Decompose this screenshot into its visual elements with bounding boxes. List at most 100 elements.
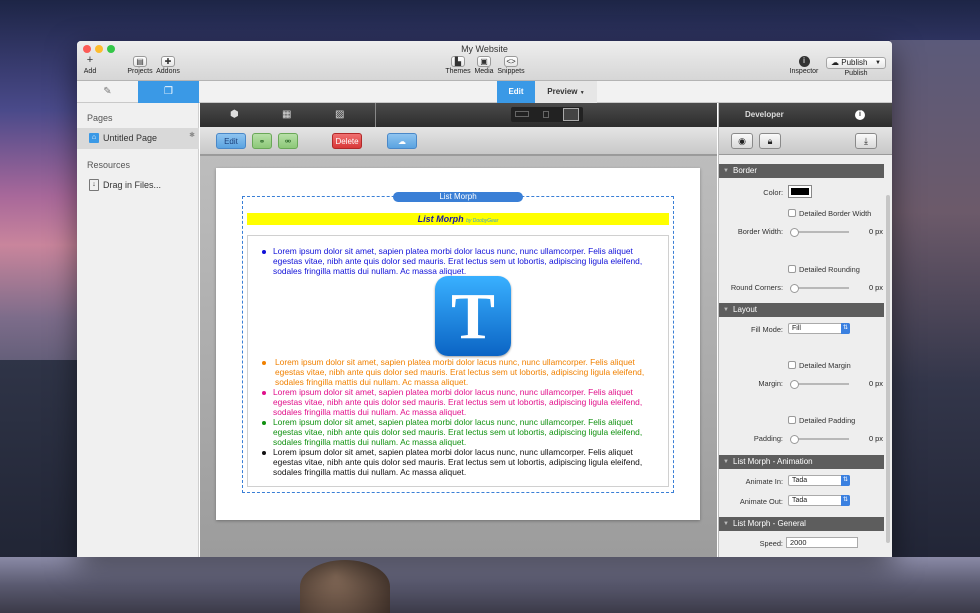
snippets-button[interactable]: <> Snippets (496, 56, 526, 75)
list-item: Lorem ipsum dolor sit amet, sapien plate… (273, 447, 643, 478)
padding-slider[interactable] (790, 435, 849, 444)
info-icon[interactable]: i (855, 110, 865, 120)
speed-label: Speed: (759, 539, 783, 548)
sidebar-item-untitled-page[interactable]: ⌂ Untitled Page ✱ (77, 128, 199, 149)
star-icon: ✱ (189, 132, 195, 139)
tab-preview[interactable]: Preview ▼ (535, 81, 597, 103)
lock-button[interactable]: 🔒︎ (759, 133, 781, 149)
bullet-dot (262, 361, 266, 365)
cloud-icon: ☁ (831, 58, 839, 67)
edit-button[interactable]: Edit (216, 133, 246, 149)
desktop-size-icon[interactable] (515, 111, 529, 117)
themes-label: Themes (445, 68, 471, 75)
inspector-header: Developer i (719, 103, 892, 127)
animate-in-select[interactable]: Tada (788, 475, 850, 486)
sidebar: Pages ⌂ Untitled Page ✱ Resources ↓ Drag… (77, 103, 199, 557)
themes-button[interactable]: ▙ Themes (444, 56, 472, 75)
unlink-button[interactable]: ⚮ (278, 133, 298, 149)
detailed-margin-checkbox[interactable] (788, 361, 796, 369)
link-button[interactable]: ⚭ (252, 133, 272, 149)
pages-header: Pages (87, 113, 113, 123)
bullet-dot (262, 451, 266, 455)
fill-mode-select[interactable]: Fill (788, 323, 850, 334)
inspector-tools: ◉ 🔒︎ ⤓ (719, 127, 892, 155)
add-label: Add (83, 68, 97, 75)
margin-slider[interactable] (790, 380, 849, 389)
info-icon: i (798, 56, 810, 67)
app-logo-icon: T (435, 276, 511, 356)
chevron-down-icon: ▼ (875, 60, 881, 66)
detailed-padding-checkbox[interactable] (788, 416, 796, 424)
export-button[interactable]: ⤓ (855, 133, 877, 149)
list-item: Lorem ipsum dolor sit amet, sapien plate… (273, 387, 643, 418)
image-icon[interactable]: ▨ (335, 109, 344, 120)
unlink-icon: ⚮ (284, 137, 292, 146)
detailed-border-width-label: Detailed Border Width (799, 209, 872, 218)
edit-toolbar: Edit ⚭ ⚮ Delete ☁ (200, 127, 717, 155)
padding-label: Padding: (753, 434, 783, 443)
media-label: Media (474, 68, 494, 75)
border-color-swatch[interactable] (788, 185, 812, 198)
stacks-icon[interactable]: ⬢ (230, 109, 239, 120)
border-section-header[interactable]: Border (719, 164, 884, 178)
border-width-slider[interactable] (790, 228, 849, 237)
tab-edit[interactable]: Edit (497, 81, 535, 103)
canvas-background: List Morph List Morph by DoobyGear Lorem… (200, 156, 717, 557)
publish-button-label: Publish (841, 58, 868, 67)
padding-value: 0 px (869, 434, 883, 443)
animate-out-select[interactable]: Tada (788, 495, 850, 506)
visibility-button[interactable]: ◉ (731, 133, 753, 149)
drag-files-label: Drag in Files... (103, 180, 162, 190)
morph-header-bar: List Morph by DoobyGear (247, 213, 669, 225)
round-corners-slider[interactable] (790, 284, 849, 293)
inspector-panel: Developer i ◉ 🔒︎ ⤓ Border Color: Detaile… (718, 103, 892, 557)
cloud-button[interactable]: ☁ (387, 133, 417, 149)
list-item: Lorem ipsum dolor sit amet, sapien plate… (275, 357, 645, 388)
list-item: Lorem ipsum dolor sit amet, sapien plate… (273, 246, 643, 277)
inspector-label: Inspector (789, 68, 819, 75)
add-button[interactable]: + Add (83, 54, 97, 76)
detailed-rounding-checkbox[interactable] (788, 265, 796, 273)
list-morph-stack[interactable]: List Morph List Morph by DoobyGear Lorem… (242, 192, 674, 493)
media-button[interactable]: ▣ Media (473, 56, 495, 75)
snippets-label: Snippets (497, 68, 525, 75)
desktop-mountain-right (890, 40, 980, 613)
drag-files-item[interactable]: ↓ Drag in Files... (89, 179, 189, 193)
title-bar: My Website + Add ▤ Projects ✚ Addons ▙ Theme… (77, 41, 892, 81)
phone-size-icon[interactable] (563, 108, 579, 121)
layout-section-header[interactable]: Layout (719, 303, 884, 317)
animate-in-label: Animate In: (745, 477, 783, 486)
cloud-icon: ☁ (398, 137, 406, 146)
delete-button[interactable]: Delete (332, 133, 362, 149)
layout-icon[interactable]: ▦ (282, 109, 291, 120)
bullet-dot (262, 250, 266, 254)
general-section-header[interactable]: List Morph - General (719, 517, 884, 531)
fill-mode-label: Fill Mode: (750, 325, 783, 334)
tab-pages[interactable]: ❐ (138, 81, 199, 103)
margin-value: 0 px (869, 379, 883, 388)
projects-button[interactable]: ▤ Projects (126, 56, 154, 75)
detailed-border-width-checkbox[interactable] (788, 209, 796, 217)
media-icon: ▣ (477, 56, 491, 67)
color-fill (791, 188, 809, 195)
list-item: Lorem ipsum dolor sit amet, sapien plate… (273, 417, 643, 448)
page-canvas: List Morph List Morph by DoobyGear Lorem… (216, 168, 700, 520)
inspector-scrollbar[interactable] (886, 195, 890, 543)
inspector-button[interactable]: i Inspector (788, 56, 820, 75)
tablet-size-icon[interactable] (543, 111, 549, 118)
device-switcher (511, 107, 583, 122)
round-corners-value: 0 px (869, 283, 883, 292)
preview-label: Preview (547, 87, 578, 96)
addons-button[interactable]: ✚ Addons (155, 56, 181, 75)
home-page-icon: ⌂ (89, 133, 99, 143)
plus-icon: + (86, 54, 94, 66)
tab-tools[interactable]: ✎ (77, 81, 138, 103)
app-window: My Website + Add ▤ Projects ✚ Addons ▙ Theme… (77, 41, 892, 557)
animation-section-header[interactable]: List Morph - Animation (719, 455, 884, 469)
desktop-lake (0, 557, 980, 613)
publish-button[interactable]: ☁ Publish ▼ (826, 57, 886, 69)
speed-input[interactable]: 2000 (786, 537, 858, 548)
page-label: Untitled Page (103, 133, 158, 143)
mode-bar: ✎ ❐ Edit Preview ▼ (77, 81, 892, 103)
animate-out-label: Animate Out: (739, 497, 783, 506)
